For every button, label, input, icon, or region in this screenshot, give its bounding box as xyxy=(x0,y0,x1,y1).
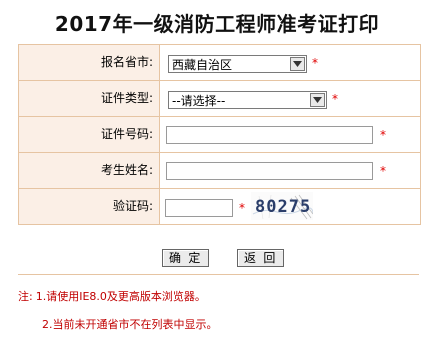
button-row: 确 定 返 回 xyxy=(18,236,419,274)
form-row-province: 报名省市: 西藏自治区 * xyxy=(19,45,420,81)
required-mark: * xyxy=(239,201,245,215)
form-row-name: 考生姓名: * xyxy=(19,153,420,189)
captcha-label: 验证码: xyxy=(19,189,160,224)
required-mark: * xyxy=(312,56,318,70)
province-select-value: 西藏自治区 xyxy=(172,58,233,72)
page-title: 2017年一级消防工程师准考证打印 xyxy=(54,12,380,36)
cert-type-label: 证件类型: xyxy=(19,81,160,116)
cert-type-select-value: --请选择-- xyxy=(172,94,226,108)
note-text-1: 1.请使用IE8.0及更高版本浏览器。 xyxy=(35,290,206,303)
chevron-down-icon[interactable] xyxy=(290,57,305,71)
required-mark: * xyxy=(332,92,338,106)
note-line-2: 2.当前未开通省市不在列表中显示。 xyxy=(42,318,218,331)
confirm-button[interactable]: 确 定 xyxy=(162,249,210,267)
admission-form: 报名省市: 西藏自治区 * 证件类型: --请选择-- * 证件号码: * 考生… xyxy=(18,44,421,225)
province-label: 报名省市: xyxy=(19,45,160,80)
captcha-text: 80275 xyxy=(255,197,311,217)
name-label: 考生姓名: xyxy=(19,153,160,188)
id-number-label: 证件号码: xyxy=(19,117,160,152)
cert-type-select[interactable]: --请选择-- xyxy=(168,91,327,109)
form-row-cert-type: 证件类型: --请选择-- * xyxy=(19,81,420,117)
name-input[interactable] xyxy=(166,162,373,180)
back-button[interactable]: 返 回 xyxy=(237,249,285,267)
captcha-image[interactable]: 80275 xyxy=(251,192,313,220)
form-row-id-number: 证件号码: * xyxy=(19,117,420,153)
id-number-input[interactable] xyxy=(166,126,373,144)
captcha-input[interactable] xyxy=(165,199,233,217)
form-row-captcha: 验证码: * 80275 xyxy=(19,189,420,224)
note-line-1: 注: 1.请使用IE8.0及更高版本浏览器。 xyxy=(18,288,206,304)
note-prefix: 注: xyxy=(18,290,33,303)
notes: 注: 1.请使用IE8.0及更高版本浏览器。 2.当前未开通省市不在列表中显示。 xyxy=(18,274,419,337)
required-mark: * xyxy=(380,128,386,142)
required-mark: * xyxy=(380,164,386,178)
chevron-down-icon[interactable] xyxy=(310,93,325,107)
province-select[interactable]: 西藏自治区 xyxy=(168,55,307,73)
